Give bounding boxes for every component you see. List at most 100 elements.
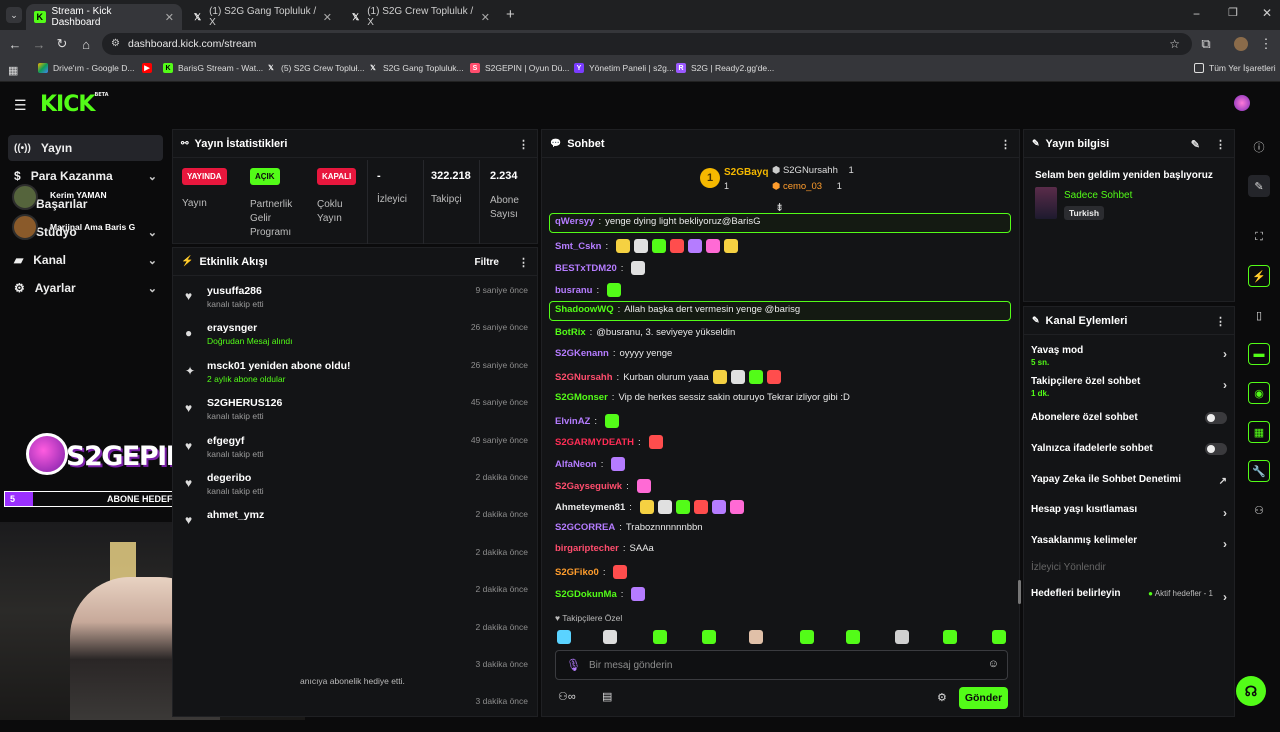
mic-icon[interactable]: 🎙 (566, 658, 581, 672)
chat-username[interactable]: S2GKenann (555, 348, 609, 359)
ai-moderation-row[interactable]: Yapay Zeka ile Sohbet Denetimi ↗ (1031, 474, 1227, 487)
chat-message[interactable]: qWersyy: yenge dying light bekliyoruz@Bar… (555, 216, 760, 227)
emote-icon[interactable] (943, 630, 957, 644)
top-user-2[interactable]: ⬢ S2GNursahh 1 (772, 165, 854, 179)
lightning-rail-icon[interactable]: ⚡ (1248, 265, 1270, 287)
hamburger-menu-icon[interactable]: ☰ (14, 97, 27, 114)
chat-message[interactable]: S2Gayseguiwk: (555, 479, 651, 493)
chat-username[interactable]: AlfaNeon (555, 459, 597, 470)
send-button[interactable]: Gönder (959, 687, 1008, 709)
chat-message[interactable]: ElvinAZ: (555, 414, 620, 428)
emoji-icon[interactable]: ☺ (988, 658, 999, 670)
restore-icon[interactable]: ❐ (1228, 6, 1238, 19)
chat-message[interactable]: S2GDokunMa: (555, 587, 646, 601)
chat-message[interactable]: ShadoowWQ: Allah başka dert vermesin yeng… (555, 304, 800, 315)
emote-icon[interactable] (557, 630, 571, 644)
fullscreen-icon[interactable]: ⛶ (1248, 226, 1270, 248)
bookmark-s2gepin[interactable]: S S2GEPIN | Oyun Dü... (470, 63, 569, 73)
set-goals-row[interactable]: Hedefleri belirleyin ● Aktif hedefler - 1… (1031, 588, 1227, 604)
subs-chat-toggle[interactable] (1205, 412, 1227, 424)
new-tab-button[interactable]: + (506, 6, 515, 23)
chat-username[interactable]: S2Gayseguiwk (555, 481, 622, 492)
browser-tab-x-gang[interactable]: 𝕏 (1) S2G Gang Topluluk / X ✕ (184, 4, 340, 30)
user-avatar[interactable] (1234, 95, 1250, 111)
browser-tab-x-crew[interactable]: 𝕏 (1) S2G Crew Topluluk / X ✕ (342, 4, 498, 30)
url-input[interactable]: ⚙ dashboard.kick.com/stream ☆ (102, 33, 1192, 55)
emote-icon[interactable] (800, 630, 814, 644)
chat-username[interactable]: ShadoowWQ (555, 304, 614, 315)
chat-username[interactable]: S2GMonser (555, 392, 608, 403)
filter-button[interactable]: Filtre (475, 257, 499, 268)
apps-grid-icon[interactable]: ▦ (8, 64, 18, 77)
slow-mode-row[interactable]: Yavaş mod 5 sn. › (1031, 345, 1227, 367)
emote-icon[interactable] (702, 630, 716, 644)
profile-avatar[interactable] (1234, 37, 1248, 51)
chat-username[interactable]: Ahmeteymen81 (555, 502, 625, 513)
more-icon[interactable]: ⋮ (518, 256, 529, 269)
nav-yayin[interactable]: ((•)) Yayın (8, 135, 163, 161)
bookmark-drive[interactable]: Drive'ım - Google D... (38, 63, 134, 73)
support-icon[interactable]: ☊ (1236, 676, 1266, 706)
top-user-3[interactable]: ⬢ cemo_03 1 (772, 181, 842, 195)
chat-message[interactable]: S2GNursahh: Kurban olurum yaaa (555, 370, 781, 384)
chat-username[interactable]: S2GFiko0 (555, 567, 599, 578)
chat-username[interactable]: S2GARMYDEATH (555, 437, 634, 448)
emote-icon[interactable] (846, 630, 860, 644)
forward-icon[interactable]: → (31, 36, 47, 52)
chat-rail-icon[interactable]: ▬ (1248, 343, 1270, 365)
chat-username[interactable]: qWersyy (555, 216, 594, 227)
chat-message[interactable]: BESTxTDM20: (555, 261, 646, 275)
chat-username[interactable]: BESTxTDM20 (555, 263, 617, 274)
chat-username[interactable]: BotRix (555, 327, 586, 338)
edit-icon[interactable]: ✎ (1191, 138, 1200, 151)
chat-username[interactable]: S2GNursahh (555, 372, 613, 383)
wrench-icon[interactable]: 🔧 (1248, 460, 1270, 482)
minimize-icon[interactable]: − (1193, 7, 1200, 21)
tab-list-button[interactable]: ⌄ (6, 7, 22, 23)
followers-chat-row[interactable]: Takipçilere özel sohbet 1 dk. › (1031, 376, 1227, 398)
emote-icon[interactable] (992, 630, 1006, 644)
bookmark-barisg[interactable]: K BarisG Stream - Wat... (163, 63, 263, 73)
banned-words-row[interactable]: Yasaklanmış kelimeler › (1031, 535, 1227, 551)
chat-username[interactable]: S2GDokunMa (555, 589, 617, 600)
chat-message[interactable]: S2GKenann: oyyyy yenge (555, 348, 672, 359)
close-tab-icon[interactable]: ✕ (165, 11, 174, 24)
chat-message[interactable]: S2GFiko0: (555, 565, 628, 579)
category-link[interactable]: Sadece Sohbet (1064, 190, 1132, 201)
bookmark-youtube[interactable]: ▶ (142, 63, 152, 73)
chat-users-icon[interactable]: ⚇∞ (558, 690, 576, 703)
more-icon[interactable]: ⋮ (1000, 138, 1011, 151)
chat-message[interactable]: S2GMonser: Vip de herkes sessiz sakin otu… (555, 392, 850, 403)
chat-username[interactable]: Smt_Cskn (555, 241, 601, 252)
emote-icon[interactable] (603, 630, 617, 644)
extensions-icon[interactable]: ⧉ (1198, 36, 1214, 52)
more-icon[interactable]: ⋮ (518, 138, 529, 151)
kick-logo[interactable]: KICKBETA (40, 92, 109, 117)
chat-username[interactable]: birgariptecher (555, 543, 619, 554)
chat-message[interactable]: birgariptecher: SAAa (555, 543, 654, 554)
dashboard-rail-icon[interactable]: ▦ (1248, 421, 1270, 443)
chat-message[interactable]: S2GCORREA: Traboznnnnnnbbn (555, 522, 703, 533)
info-icon[interactable]: ⓘ (1248, 136, 1270, 158)
window-close-icon[interactable]: ✕ (1262, 6, 1272, 20)
bookmark-star-icon[interactable]: ☆ (1169, 37, 1180, 51)
panel-scrollbar[interactable] (1018, 580, 1021, 604)
chat-message[interactable]: BotRix: @busranu, 3. seviyeye yükseldin (555, 327, 735, 338)
close-tab-icon[interactable]: ✕ (323, 11, 332, 24)
chat-username[interactable]: busranu (555, 285, 592, 296)
store-icon[interactable]: ▤ (602, 690, 612, 703)
site-info-icon[interactable]: ⚙ (111, 38, 120, 49)
home-icon[interactable]: ⌂ (78, 36, 94, 52)
emote-icon[interactable] (749, 630, 763, 644)
more-icon[interactable]: ⋮ (1215, 138, 1226, 151)
chat-message[interactable]: AlfaNeon: (555, 457, 626, 471)
document-icon[interactable]: ▯ (1248, 304, 1270, 326)
browser-tab-kick[interactable]: K Stream - Kick Dashboard ✕ (26, 4, 182, 30)
all-bookmarks[interactable]: Tüm Yer İşaretleri (1194, 63, 1276, 73)
nav-ayarlar[interactable]: ⚙ Ayarlar ⌄ (8, 275, 163, 301)
nav-kanal[interactable]: ▰ Kanal ⌄ (8, 247, 163, 273)
bookmark-ready2gg[interactable]: R S2G | Ready2.gg'de... (676, 63, 774, 73)
emote-icon[interactable] (895, 630, 909, 644)
back-icon[interactable]: ← (7, 36, 23, 52)
chat-username[interactable]: ElvinAZ (555, 416, 590, 427)
